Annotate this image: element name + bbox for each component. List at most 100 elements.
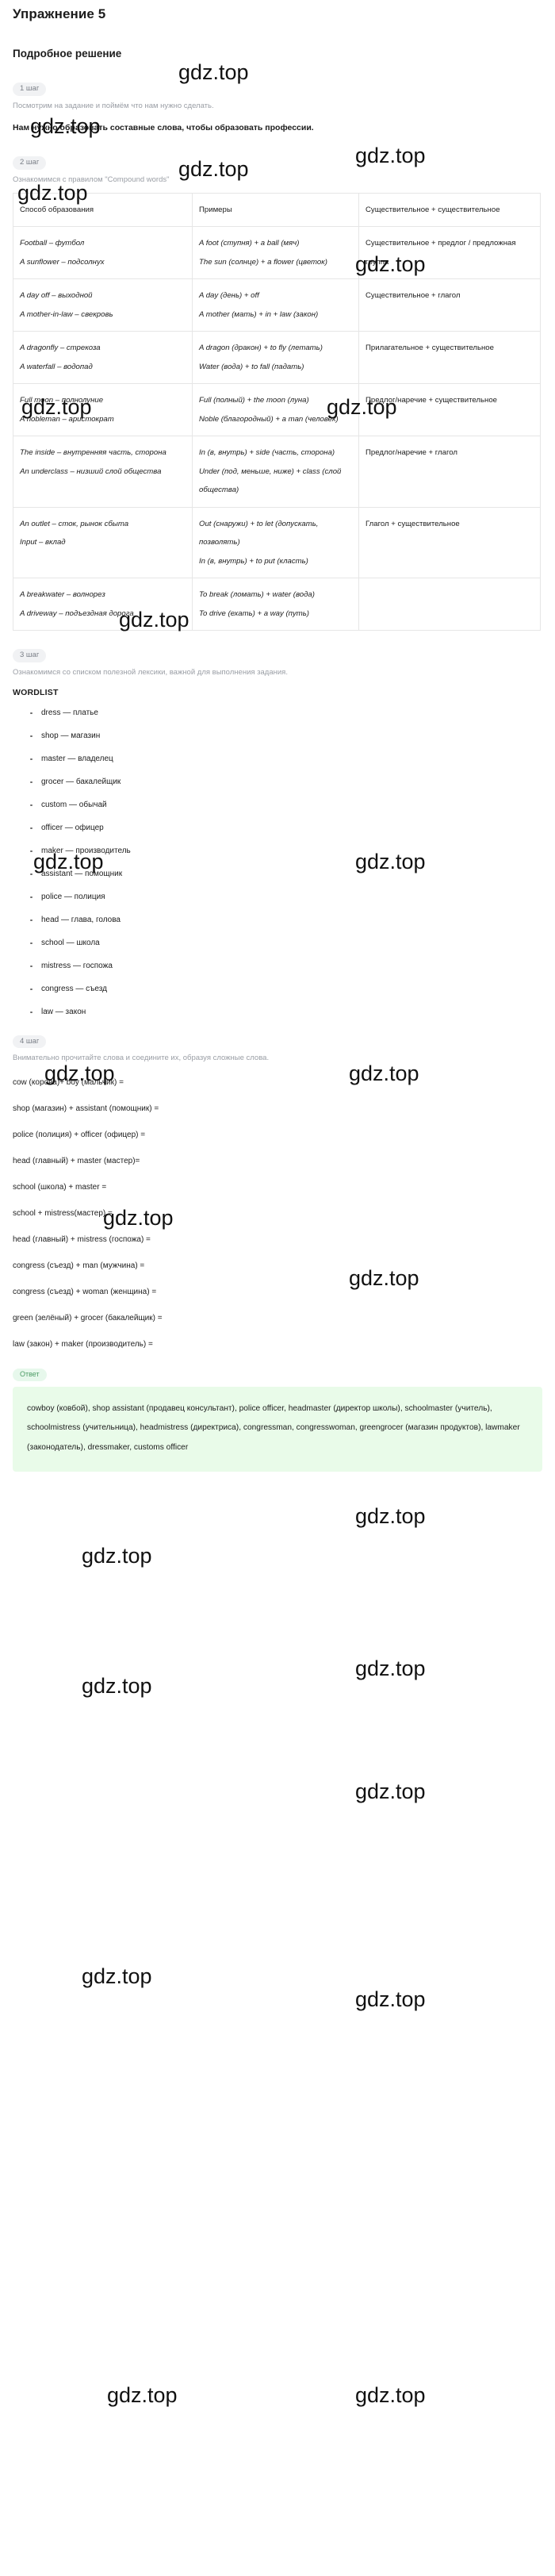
row-4-col-1: The inside – внутренняя часть, сторона A…: [13, 436, 193, 508]
list-item: congress — съезд: [30, 985, 549, 994]
word-pair: head (главный) + master (мастер)=: [13, 1156, 140, 1165]
example: To break (ломать) + water (вода): [199, 590, 315, 600]
row-0-col-3: Существительное + предлог / предложная г…: [358, 226, 541, 280]
example: A dragon (дракон) + to fly (летать): [199, 344, 323, 353]
watermark: gdz.top: [355, 1504, 426, 1528]
list-item: school — школа: [30, 939, 549, 948]
row-5-col-3: Глагол + существительное: [358, 506, 541, 579]
table-row: A breakwater – волнорез A driveway – под…: [13, 578, 541, 632]
step-2-text: Ознакомимся с правилом "Compound words": [13, 175, 170, 184]
term-en: A waterfall – водопад: [20, 362, 93, 371]
solution-page: Упражнение 5 Подробное решение 1 шаг Пос…: [0, 6, 555, 1472]
table-row: Способ образования Примеры Существительн…: [13, 192, 541, 228]
word-pair: green (зелёный) + grocer (бакалейщик) =: [13, 1313, 163, 1323]
list-item: shop — магазин: [30, 731, 549, 741]
row-2-col-1: A dragonfly – стрекоза A waterfall – вод…: [13, 331, 193, 385]
step-1-text: Посмотрим на задание и поймём что нам ну…: [13, 101, 214, 110]
example: In (в, внутрь) + to put (класть): [199, 556, 308, 566]
word-pair: school + mistress(мастер) =: [13, 1208, 113, 1218]
list-item: law — закон: [30, 1008, 549, 1017]
watermark: gdz.top: [355, 2383, 426, 2407]
step-3-text: Ознакомимся со списком полезной лексики,…: [13, 667, 288, 677]
term-en: A dragonfly – стрекоза: [20, 344, 101, 353]
table-header-type: Существительное + существительное: [358, 192, 541, 228]
list-item: dress — платье: [30, 708, 549, 718]
step-4-section: 4 шаг Внимательно прочитайте слова и сое…: [6, 1033, 549, 1349]
watermark: gdz.top: [82, 1964, 152, 1988]
step-badge-1: 1 шаг: [13, 83, 47, 96]
solution-heading: Подробное решение: [13, 48, 122, 60]
row-5-col-2: Out (снаружи) + to let (допускать, позво…: [192, 506, 359, 579]
term-en: A mother-in-law – свекровь: [20, 309, 113, 319]
term-en: Football – футбол: [20, 239, 85, 248]
example: To drive (ехать) + a way (путь): [199, 608, 309, 618]
term-en: Full moon – полнолуние: [20, 396, 104, 405]
row-1-col-2: A day (день) + off A mother (мать) + in …: [192, 278, 359, 332]
list-item: mistress — госпожа: [30, 962, 549, 971]
term-en: An underclass – низший слой общества: [20, 466, 162, 476]
row-6-col-3: [358, 578, 541, 632]
term-en: Input – вклад: [20, 538, 66, 547]
table-row: Football – футбол A sunflower – подсолну…: [13, 226, 541, 280]
list-item: maker — производитель: [30, 847, 549, 856]
example: Under (под, меньше, ниже) + class (слой …: [199, 466, 342, 495]
word-pair: congress (съезд) + woman (женщина) =: [13, 1287, 157, 1296]
list-item: assistant — помощник: [30, 870, 549, 879]
example: Water (вода) + to fall (падать): [199, 362, 304, 371]
row-2-col-2: A dragon (дракон) + to fly (летать) Wate…: [192, 331, 359, 385]
step-1-bold-text: Нам нужно образовать составные слова, чт…: [13, 123, 314, 133]
word-pair: shop (магазин) + assistant (помощник) =: [13, 1104, 159, 1113]
term-en: A driveway – подъездная дорога: [20, 608, 134, 618]
page-title: Упражнение 5: [13, 6, 106, 21]
watermark: gdz.top: [355, 1779, 426, 1803]
row-2-col-3: Прилагательное + существительное: [358, 331, 541, 385]
row-3-col-1: Full moon – полнолуние A nobleman – арис…: [13, 383, 193, 437]
table-header-method: Способ образования: [13, 192, 193, 228]
row-4-col-3: Предлог/наречие + глагол: [358, 436, 541, 508]
watermark: gdz.top: [355, 1657, 426, 1680]
watermark: gdz.top: [82, 1674, 152, 1698]
row-0-col-2: A foot (ступня) + a ball (мяч) The sun (…: [192, 226, 359, 280]
answer-badge: Ответ: [13, 1368, 47, 1381]
word-pair: cow (корова)+ boy (мальчик) =: [13, 1077, 124, 1087]
step-2-section: 2 шаг Ознакомимся с правилом "Compound w…: [6, 154, 549, 185]
term-en: A nobleman – аристократ: [20, 414, 114, 424]
row-3-col-2: Full (полный) + the moon (луна) Noble (б…: [192, 383, 359, 437]
row-1-col-3: Существительное + глагол: [358, 278, 541, 332]
list-item: head — глава, голова: [30, 916, 549, 925]
word-pair: school (школа) + master =: [13, 1182, 107, 1192]
row-4-col-2: In (в, внутрь) + side (часть, сторона) U…: [192, 436, 359, 508]
watermark: gdz.top: [107, 2383, 178, 2407]
list-item: master — владелец: [30, 754, 549, 764]
step-1-section: 1 шаг Посмотрим на задание и поймём что …: [6, 80, 549, 133]
row-5-col-1: An outlet – сток, рынок сбыта Input – вк…: [13, 506, 193, 579]
example: A day (день) + off: [199, 291, 259, 301]
table-row: The inside – внутренняя часть, сторона A…: [13, 436, 541, 508]
example: Full (полный) + the moon (луна): [199, 396, 309, 405]
word-pairs-list: cow (корова)+ boy (мальчик) = shop (мага…: [13, 1078, 549, 1349]
word-pair: head (главный) + mistress (госпожа) =: [13, 1234, 151, 1244]
list-item: police — полиция: [30, 893, 549, 902]
term-en: A day off – выходной: [20, 291, 93, 301]
answer-text: cowboy (ковбой), shop assistant (продаве…: [13, 1386, 542, 1472]
row-0-col-1: Football – футбол A sunflower – подсолну…: [13, 226, 193, 280]
term-en: An outlet – сток, рынок сбыта: [20, 519, 129, 528]
compound-words-table: Способ образования Примеры Существительн…: [13, 192, 541, 632]
term-en: A sunflower – подсолнух: [20, 257, 105, 267]
step-badge-3: 3 шаг: [13, 649, 47, 662]
table-header-examples: Примеры: [192, 192, 359, 228]
row-6-col-2: To break (ломать) + water (вода) To driv…: [192, 578, 359, 632]
row-3-col-3: Предлог/наречие + существительное: [358, 383, 541, 437]
wordlist-heading: WORDLIST: [13, 687, 59, 697]
word-pair: police (полиция) + officer (офицер) =: [13, 1130, 146, 1139]
table-row: An outlet – сток, рынок сбыта Input – вк…: [13, 506, 541, 579]
table-row: Full moon – полнолуние A nobleman – арис…: [13, 383, 541, 437]
example: A mother (мать) + in + law (закон): [199, 309, 319, 319]
step-4-text: Внимательно прочитайте слова и соедините…: [13, 1054, 270, 1063]
row-1-col-1: A day off – выходной A mother-in-law – с…: [13, 278, 193, 332]
watermark: gdz.top: [82, 1544, 152, 1568]
term-en: The inside – внутренняя часть, сторона: [20, 448, 166, 458]
example: In (в, внутрь) + side (часть, сторона): [199, 448, 335, 458]
table-row: A day off – выходной A mother-in-law – с…: [13, 278, 541, 332]
step-badge-4: 4 шаг: [13, 1035, 47, 1049]
